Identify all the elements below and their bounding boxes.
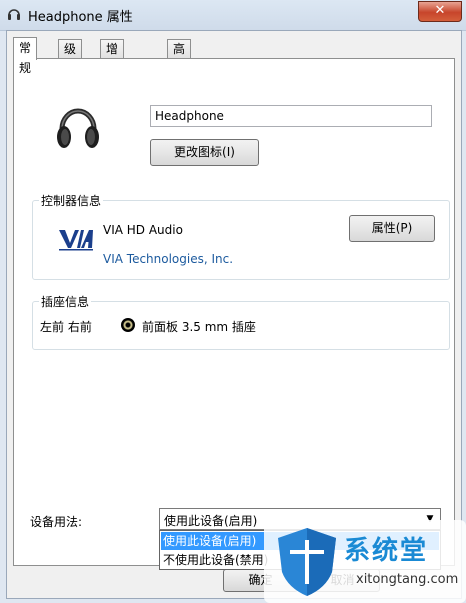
close-button[interactable]: ✕: [418, 1, 462, 22]
device-name-input[interactable]: [150, 105, 432, 127]
via-logo: [59, 230, 93, 251]
title-bar: Headphone 属性 ✕: [0, 0, 466, 31]
controller-vendor: VIA Technologies, Inc.: [103, 252, 234, 266]
watermark: 系统堂 xitongtang.com: [264, 520, 466, 603]
shield-icon: [278, 528, 336, 596]
tab-general[interactable]: 常规: [13, 37, 38, 75]
controller-info-group: 控制器信息 VIA HD Audio VIA Technologies, Inc…: [32, 192, 450, 280]
watermark-url: xitongtang.com: [356, 572, 459, 587]
headphone-icon: [57, 108, 99, 148]
jack-info-group: 插座信息 左前 右前 前面板 3.5 mm 插座: [32, 293, 450, 350]
tab-advanced[interactable]: 高级: [167, 39, 192, 74]
tab-levels[interactable]: 级别: [58, 39, 83, 74]
jack-description: 前面板 3.5 mm 插座: [142, 320, 256, 334]
jack-info-label: 插座信息: [39, 293, 92, 310]
tab-enhancements[interactable]: 增强功能: [100, 39, 125, 110]
controller-name: VIA HD Audio: [103, 223, 183, 237]
tab-panel-general: 更改图标(I) 控制器信息 VIA HD Audio VIA Technolog…: [13, 58, 455, 570]
change-icon-button[interactable]: 更改图标(I): [150, 139, 259, 166]
device-usage-value: 使用此设备(启用): [164, 514, 258, 528]
headphone-small-icon: [8, 9, 20, 20]
dialog-body: 常规 级别 增强功能 高级 更改图标(I) 控制器信息 VIA HD Audio…: [6, 30, 462, 599]
jack-channels: 左前 右前: [40, 320, 92, 334]
device-usage-label: 设备用法:: [30, 515, 83, 529]
properties-button[interactable]: 属性(P): [349, 215, 435, 242]
watermark-title: 系统堂: [344, 536, 429, 566]
controller-info-label: 控制器信息: [39, 192, 104, 209]
audio-jack-icon: [121, 318, 135, 332]
window-title: Headphone 属性: [28, 10, 133, 25]
